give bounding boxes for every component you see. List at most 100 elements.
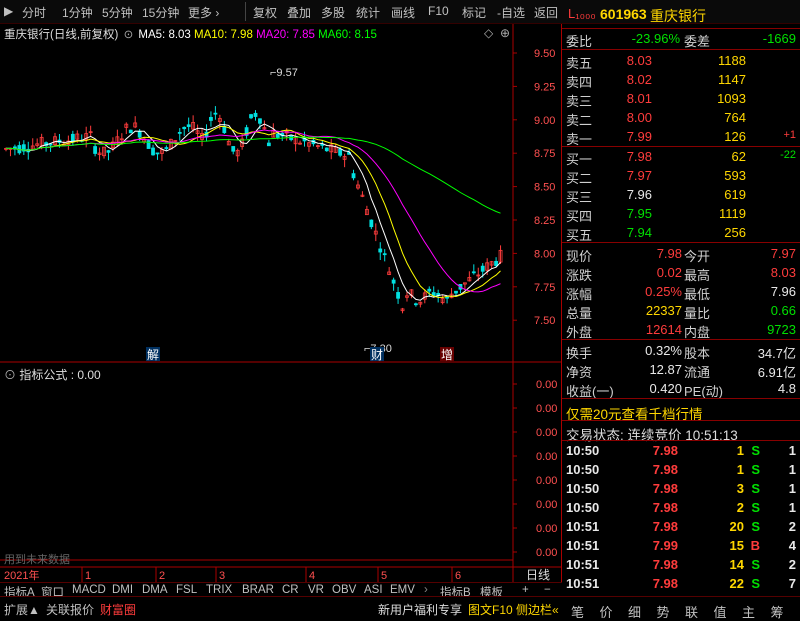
tick-count: 4	[788, 538, 796, 553]
month-label: 6	[455, 570, 461, 582]
tick-price: 7.98	[652, 481, 678, 496]
indicator-axis-label: 0.00	[536, 427, 557, 439]
tick-price: 7.98	[652, 462, 678, 477]
tab-dma[interactable]: DMA	[142, 584, 168, 596]
btn-draw[interactable]: 画线	[391, 4, 415, 21]
stat-value-2: 9723	[767, 322, 796, 337]
divider	[245, 2, 246, 21]
tab-cr[interactable]: CR	[282, 584, 299, 596]
tick-row: 10:50 7.98 3 S 1	[562, 479, 800, 498]
settings-icon[interactable]: ◇	[484, 26, 493, 40]
price-axis-label: 8.75	[534, 148, 555, 160]
btn-mark[interactable]: 标记	[462, 4, 486, 21]
tab-5min[interactable]: 5分钟	[102, 4, 133, 21]
sidebar-label: 侧边栏	[516, 603, 553, 617]
btn-f10[interactable]: F10	[428, 4, 449, 18]
ask-price: 8.00	[626, 110, 652, 125]
stat2-row: 换手 0.32% 股本 34.7亿	[562, 341, 800, 361]
tab-more[interactable]: 更多 ›	[188, 4, 219, 21]
candle-body	[427, 288, 432, 292]
tick-side: S	[751, 462, 760, 477]
btn-overlay[interactable]: 叠加	[287, 4, 311, 21]
ma60-line	[6, 136, 501, 214]
tab-trix[interactable]: TRIX	[206, 584, 232, 596]
weicha-label: 委差	[684, 34, 711, 49]
btn-multi-stock[interactable]: 多股	[321, 4, 345, 21]
tab-1min[interactable]: 1分钟	[62, 4, 93, 21]
tab-emv[interactable]: EMV	[390, 584, 415, 596]
legend-ma20: MA20: 7.85	[256, 29, 315, 41]
bid-row: 买五 7.94 256	[562, 223, 800, 243]
ask-volume: 1188	[718, 53, 746, 68]
candle-body	[258, 118, 262, 124]
stat-value-2: 8.03	[770, 265, 796, 280]
tab-more-arrow[interactable]: ›	[424, 584, 428, 596]
btn-fuquan[interactable]: 复权	[253, 4, 277, 21]
zoom-in-button[interactable]: +	[522, 584, 529, 596]
tab-obv[interactable]: OBV	[332, 584, 356, 596]
tick-time: 10:51	[566, 557, 600, 572]
price-axis-label: 8.00	[534, 248, 555, 260]
stat-value-2: 7.97	[770, 246, 796, 261]
indicator-axis-label: 0.00	[536, 499, 557, 511]
stat-value-2: 0.66	[770, 303, 796, 318]
stat2-value-1: 0.32%	[645, 343, 682, 358]
stat2-value-1: 12.87	[649, 362, 682, 377]
tab-macd[interactable]: MACD	[72, 584, 106, 596]
f10-link[interactable]: 图文F10	[468, 601, 513, 618]
tick-volume: 14	[729, 557, 744, 572]
candle-body	[249, 114, 253, 119]
tab-wealth-circle[interactable]: 财富圈	[100, 601, 136, 618]
new-user-promo-link[interactable]: 新用户福利专享	[378, 601, 462, 618]
tab-related-quotes[interactable]: 关联报价	[46, 601, 94, 618]
price-axis-label: 9.50	[534, 48, 555, 60]
kline-panel[interactable]: 9.50 9.25 9.00 8.75 8.50 8.25 8.00 7.75 7.50 0.00…	[0, 24, 562, 596]
tick-row: 10:50 7.98 1 S 1	[562, 460, 800, 479]
indicator-label: 指标公式 : 0.00	[19, 368, 101, 382]
btn-statistics[interactable]: 统计	[356, 4, 380, 21]
tab-asi[interactable]: ASI	[364, 584, 383, 596]
indicator-axis-label: 0.00	[536, 379, 557, 391]
legend-toggle-icon[interactable]: ⊙	[124, 29, 134, 41]
candle-body	[106, 150, 111, 153]
tick-volume: 1	[736, 443, 744, 458]
tab-fsl[interactable]: FSL	[176, 584, 197, 596]
ask-price: 8.01	[626, 91, 652, 106]
candle-body	[338, 148, 343, 156]
tab-15min[interactable]: 15分钟	[142, 4, 179, 21]
sidebar-link[interactable]: 侧边栏«	[516, 601, 559, 618]
zoom-icon[interactable]: ⊕	[500, 26, 510, 40]
kline-chart: 9.50 9.25 9.00 8.75 8.50 8.25 8.00 7.75 7.50 0.00…	[0, 24, 562, 582]
play-icon[interactable]: ▶	[4, 4, 13, 18]
tick-count: 2	[788, 519, 796, 534]
bid-price: 7.94	[626, 225, 652, 240]
stat-value-1: 22337	[645, 303, 682, 318]
zoom-out-button[interactable]: −	[544, 584, 551, 596]
tab-dmi[interactable]: DMI	[112, 584, 133, 596]
indicator-toggle-icon[interactable]: ⊙	[4, 368, 16, 382]
candle-body	[253, 112, 258, 117]
tick-price: 7.98	[652, 576, 678, 591]
candle-body	[391, 279, 396, 284]
tab-extend[interactable]: 扩展▲	[4, 601, 40, 618]
bid-row: 买二 7.97 593	[562, 166, 800, 186]
tab-vr[interactable]: VR	[308, 584, 324, 596]
tick-row: 10:50 7.98 1 S 1	[562, 441, 800, 460]
candle-body	[471, 271, 476, 274]
btn-watchlist[interactable]: -自选	[497, 4, 525, 21]
stat-value-1: 12614	[645, 322, 682, 337]
stock-header: L₁₀₀₀ 601963 重庆银行	[562, 4, 800, 26]
bid-price: 7.97	[626, 168, 652, 183]
tab-brar[interactable]: BRAR	[242, 584, 274, 596]
bid-volume: 593	[724, 168, 746, 183]
ask-change: +1	[783, 129, 796, 141]
tab-timeshare[interactable]: 分时	[22, 4, 46, 21]
tick-price: 7.98	[652, 557, 678, 572]
legend-ma60: MA60: 8.15	[318, 29, 377, 41]
btn-back[interactable]: 返回	[534, 4, 558, 21]
tick-count: 1	[788, 500, 796, 515]
stat2-row: 收益(一) 0.420 PE(动) 4.8	[562, 379, 800, 399]
bid-change: -22	[780, 149, 796, 161]
webi-row: 委比 -23.96% 委差 -1669	[562, 29, 800, 49]
promo-row[interactable]: 仅需20元查看千档行情	[562, 401, 800, 422]
